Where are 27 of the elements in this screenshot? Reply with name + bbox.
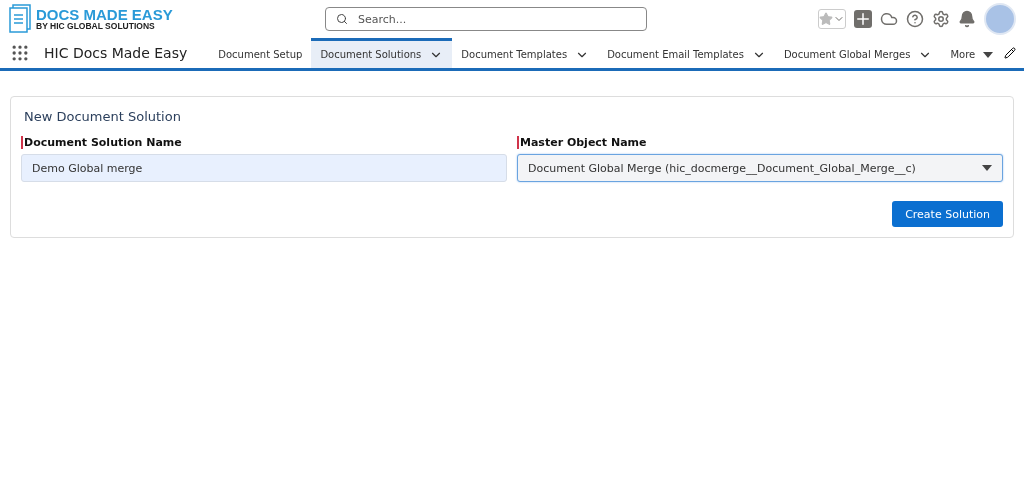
cloud-icon[interactable] xyxy=(880,10,898,28)
bell-icon[interactable] xyxy=(958,10,976,28)
search-field[interactable]: Search... xyxy=(325,7,647,31)
search-icon xyxy=(336,13,348,25)
add-icon[interactable] xyxy=(854,10,872,28)
app-launcher-icon[interactable] xyxy=(10,43,30,63)
nav-tab[interactable]: Document Templates xyxy=(452,38,599,68)
field-label: Document Solution Name xyxy=(21,136,507,149)
star-icon xyxy=(819,12,833,26)
search-input[interactable]: Search... xyxy=(356,11,636,27)
nav-tab[interactable]: Document Global Merges xyxy=(774,38,942,68)
nav-tab[interactable]: Document Setup xyxy=(209,38,312,68)
nav-tab[interactable]: Document Solutions xyxy=(311,38,453,68)
app-name: HIC Docs Made Easy xyxy=(44,44,188,63)
settings-icon[interactable] xyxy=(932,10,950,28)
logo-title: DOCS MADE EASY xyxy=(36,7,173,23)
name-input[interactable]: Demo Global merge xyxy=(21,154,507,182)
field-label: Master Object Name xyxy=(517,136,1003,149)
logo-subtitle: BY HIC GLOBAL SOLUTIONS xyxy=(36,22,156,31)
nav-tab[interactable]: Document Email Templates xyxy=(598,38,775,68)
edit-icon[interactable] xyxy=(1004,47,1016,59)
document-stack-icon xyxy=(8,4,32,34)
help-icon[interactable] xyxy=(906,10,924,28)
more-tab[interactable]: More xyxy=(941,38,1003,68)
object-select[interactable]: Document Global Merge (hic_docmerge__Document_Global_Merge__c) xyxy=(517,154,1003,182)
create-solution-button[interactable]: Create Solution xyxy=(892,201,1003,227)
card-title: New Document Solution xyxy=(24,109,182,124)
